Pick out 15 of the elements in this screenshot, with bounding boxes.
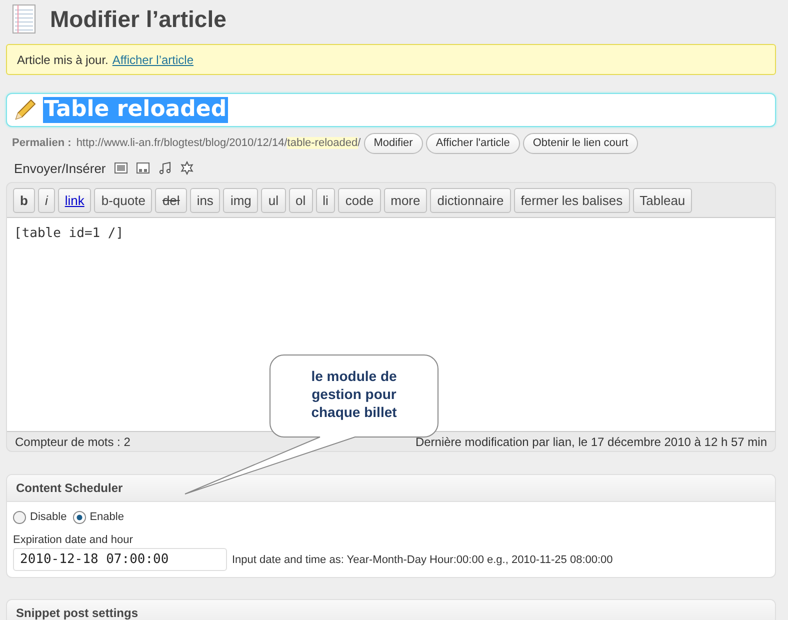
permalink-label: Permalien : — [12, 137, 72, 149]
notice-text: Article mis à jour. — [17, 52, 108, 66]
last-modified: Dernière modification par lian, le 17 décembre 2010 à 12 h 57 min — [415, 434, 767, 448]
radio-label: Disable — [30, 511, 67, 523]
word-count: Compteur de mots : 2 — [15, 434, 130, 448]
permalink-url: http://www.li-an.fr/blogtest/blog/2010/12/14/table-reloaded/ — [76, 137, 361, 149]
callout-text: le module de gestion pour chaque billet — [310, 367, 398, 421]
radio-label: Enable — [90, 511, 124, 523]
panel-title: Snippet post settings — [7, 600, 775, 620]
panel-title: Content Scheduler — [7, 475, 775, 502]
upload-insert-label: Envoyer/Insérer — [14, 160, 106, 176]
field-hint: Input date and time as: Year-Month-Day Hour:00:00 e.g., 2010-11-25 08:00:00 — [232, 554, 613, 566]
title-text: Table reloaded — [43, 97, 228, 123]
field-label: Expiration date and hour — [13, 534, 134, 547]
page-title: Modifier l’article — [50, 6, 226, 32]
